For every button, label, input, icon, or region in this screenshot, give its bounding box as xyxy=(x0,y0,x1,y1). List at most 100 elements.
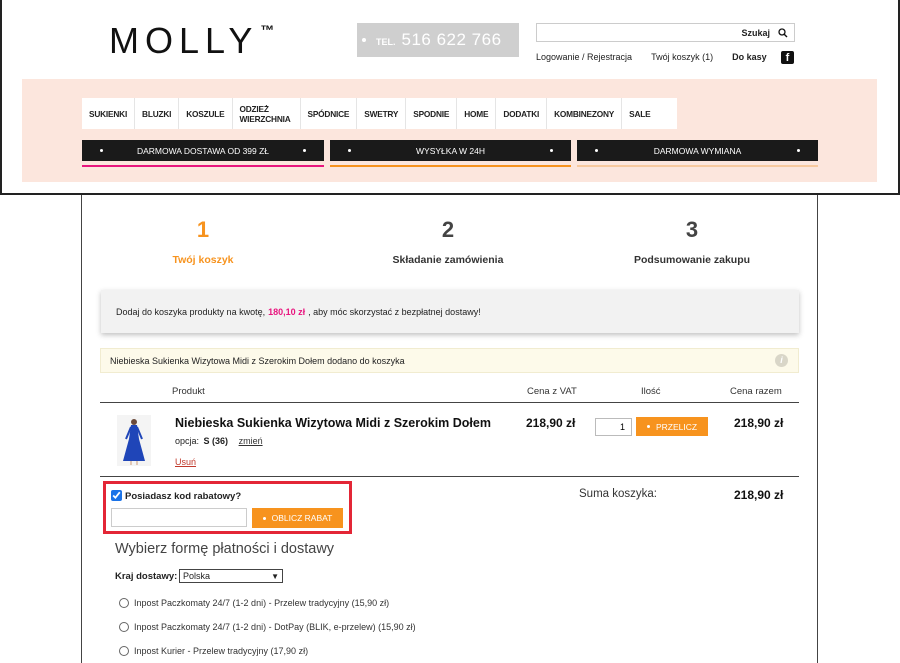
shipping-option-label: Inpost Paczkomaty 24/7 (1-2 dni) - DotPa… xyxy=(134,622,416,632)
nav-item-swetry[interactable]: SWETRY xyxy=(357,98,407,129)
step-label: Podsumowanie zakupu xyxy=(633,254,751,266)
promo-underline xyxy=(330,165,571,167)
delivery-country-label: Kraj dostawy: xyxy=(115,571,178,582)
shipping-option-label: Inpost Paczkomaty 24/7 (1-2 dni) - Przel… xyxy=(134,598,390,608)
shipping-option[interactable]: Inpost Paczkomaty 24/7 (1-2 dni) - Przel… xyxy=(119,598,389,608)
column-header-product: Produkt xyxy=(172,386,205,397)
nav-item-sale[interactable]: SALE xyxy=(622,98,657,129)
product-option: opcja: S (36) zmień xyxy=(175,436,263,446)
bullet-icon xyxy=(100,149,103,152)
checkout-link[interactable]: Do kasy xyxy=(732,52,767,62)
nav-item-kombinezony[interactable]: KOMBINEZONY xyxy=(547,98,623,129)
step-label: Twój koszyk xyxy=(172,254,234,266)
radio-button[interactable] xyxy=(119,646,129,656)
quantity-input[interactable] xyxy=(595,418,632,436)
phone-banner: TEL. 516 622 766 xyxy=(357,23,519,57)
shipping-option[interactable]: Inpost Kurier - Przelew tradycyjny (17,9… xyxy=(119,646,308,656)
facebook-icon[interactable]: f xyxy=(781,51,794,64)
bullet-icon xyxy=(646,425,650,428)
notice-text-after: , aby móc skorzystać z bezpłatnej dostaw… xyxy=(308,306,481,317)
promo-shipping-24h: WYSYŁKA W 24H xyxy=(330,140,571,161)
search-button[interactable]: Szukaj xyxy=(741,28,770,38)
bullet-icon xyxy=(362,38,366,42)
calculate-discount-button[interactable]: OBLICZ RABAT xyxy=(252,508,343,528)
bullet-icon xyxy=(348,149,351,152)
product-thumbnail[interactable] xyxy=(117,415,151,466)
cart-sum-label: Suma koszyka: xyxy=(579,488,657,500)
divider xyxy=(100,402,799,403)
step-number: 1 xyxy=(196,217,210,242)
bullet-icon xyxy=(550,149,553,152)
product-name[interactable]: Niebieska Sukienka Wizytowa Midi z Szero… xyxy=(175,416,491,430)
search-icon[interactable] xyxy=(778,27,788,38)
added-to-cart-message: Niebieska Sukienka Wizytowa Midi z Szero… xyxy=(100,348,799,373)
site-logo[interactable]: MOLLY ™ xyxy=(109,20,274,62)
recalculate-label: PRZELICZ xyxy=(655,421,698,432)
product-price: 218,90 zł xyxy=(526,416,576,430)
promo-text: DARMOWA DOSTAWA OD 399 ZŁ xyxy=(136,145,270,156)
nav-item-spodnice[interactable]: SPÓDNICE xyxy=(301,98,358,129)
option-value: S (36) xyxy=(203,436,229,446)
discount-code-input[interactable] xyxy=(111,508,247,527)
notice-text-before: Dodaj do koszyka produkty na kwotę, xyxy=(116,306,266,317)
free-shipping-notice: Dodaj do koszyka produkty na kwotę, 180,… xyxy=(101,290,799,333)
step-number: 2 xyxy=(441,217,455,242)
phone-label: TEL. xyxy=(376,36,396,47)
nav-item-odziez-wierzchnia[interactable]: ODZIEŻ WIERZCHNIA xyxy=(233,98,301,129)
logo-text: MOLLY xyxy=(109,20,259,61)
bullet-icon xyxy=(303,149,306,152)
info-icon[interactable]: i xyxy=(775,354,788,367)
shipping-option-label: Inpost Kurier - Przelew tradycyjny (17,9… xyxy=(134,646,309,656)
discount-code-label[interactable]: Posiadasz kod rabatowy? xyxy=(125,491,241,502)
discount-code-checkbox[interactable] xyxy=(111,490,122,501)
shipping-option[interactable]: Inpost Paczkomaty 24/7 (1-2 dni) - DotPa… xyxy=(119,622,416,632)
promo-underline xyxy=(577,165,818,167)
bullet-icon xyxy=(262,516,266,520)
radio-button[interactable] xyxy=(119,598,129,608)
divider xyxy=(100,476,799,477)
step-label: Składanie zamówienia xyxy=(392,254,504,266)
added-message-text: Niebieska Sukienka Wizytowa Midi z Szero… xyxy=(110,355,405,366)
option-label: opcja: xyxy=(175,436,200,446)
recalculate-button[interactable]: PRZELICZ xyxy=(636,417,708,436)
step-order: 2 Składanie zamówienia xyxy=(348,217,548,266)
remove-item-link[interactable]: Usuń xyxy=(175,457,196,467)
delivery-country-select[interactable]: Polska ▼ xyxy=(179,569,283,583)
cart-sum-value: 218,90 zł xyxy=(734,488,784,502)
step-number: 3 xyxy=(685,217,699,242)
promo-free-exchange: DARMOWA WYMIANA xyxy=(577,140,818,161)
promo-text: WYSYŁKA W 24H xyxy=(416,145,485,156)
main-nav: SUKIENKI BLUZKI KOSZULE ODZIEŻ WIERZCHNI… xyxy=(82,98,677,129)
nav-item-home[interactable]: HOME xyxy=(457,98,497,129)
chevron-down-icon: ▼ xyxy=(271,572,279,581)
search-input[interactable] xyxy=(537,24,737,41)
change-option-link[interactable]: zmień xyxy=(239,436,263,446)
search-form: Szukaj xyxy=(536,23,795,42)
step-summary: 3 Podsumowanie zakupu xyxy=(592,217,792,266)
login-register-link[interactable]: Logowanie / Rejestracja xyxy=(536,52,632,62)
bullet-icon xyxy=(797,149,800,152)
product-total: 218,90 zł xyxy=(734,416,784,430)
radio-button[interactable] xyxy=(119,622,129,632)
payment-section-title: Wybierz formę płatności i dostawy xyxy=(115,541,335,557)
nav-item-sukienki[interactable]: SUKIENKI xyxy=(82,98,136,129)
column-header-quantity: Ilość xyxy=(641,386,661,397)
account-links: Logowanie / Rejestracja Twój koszyk (1) … xyxy=(536,52,786,62)
calculate-discount-label: OBLICZ RABAT xyxy=(271,513,333,523)
country-selected-value: Polska xyxy=(183,571,211,581)
notice-amount: 180,10 zł xyxy=(268,306,306,317)
promo-text: DARMOWA WYMIANA xyxy=(653,145,742,156)
column-header-total: Cena razem xyxy=(730,386,782,397)
step-cart: 1 Twój koszyk xyxy=(103,217,303,266)
nav-item-spodnie[interactable]: SPODNIE xyxy=(406,98,458,129)
promo-free-delivery: DARMOWA DOSTAWA OD 399 ZŁ xyxy=(82,140,324,161)
column-header-price: Cena z VAT xyxy=(527,386,577,397)
bullet-icon xyxy=(595,149,598,152)
cart-link[interactable]: Twój koszyk (1) xyxy=(651,52,713,62)
phone-number[interactable]: 516 622 766 xyxy=(402,30,502,50)
nav-item-bluzki[interactable]: BLUZKI xyxy=(135,98,180,129)
promo-underline xyxy=(82,165,324,167)
nav-item-koszule[interactable]: KOSZULE xyxy=(179,98,233,129)
logo-trademark: ™ xyxy=(260,22,275,38)
nav-item-dodatki[interactable]: DODATKI xyxy=(496,98,548,129)
